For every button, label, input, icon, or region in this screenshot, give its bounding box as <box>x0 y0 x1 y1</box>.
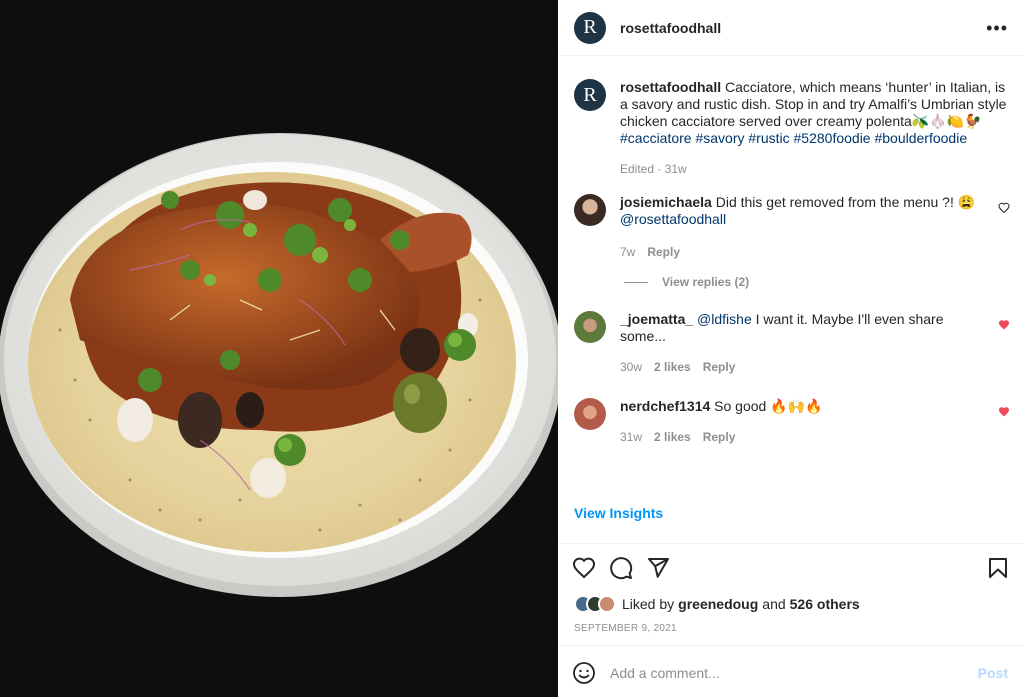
likes-and: and <box>762 596 786 612</box>
likes-others-link[interactable]: 526 others <box>790 596 860 612</box>
comment-body: nerdchef1314 So good 🔥🙌🔥 31w 2 likes Rep… <box>620 398 990 446</box>
caption-body: rosettafoodhall Cacciatore, which means … <box>620 79 1008 178</box>
caption-hashtags[interactable]: #cacciatore #savory #rustic #5280foodie … <box>620 130 967 146</box>
post-header: R rosettafoodhall ••• <box>558 0 1024 56</box>
avatar[interactable] <box>574 311 606 343</box>
liker-username[interactable]: greenedoug <box>678 596 758 612</box>
comment-username[interactable]: josiemichaela <box>620 194 712 210</box>
avatar-letter: R <box>583 16 597 38</box>
avatar[interactable]: R <box>574 79 606 111</box>
action-bar <box>572 556 1010 584</box>
comment-meta: 30w 2 likes Reply <box>620 359 990 376</box>
liker-avatars[interactable] <box>574 595 616 613</box>
ellipsis-icon[interactable]: ••• <box>986 19 1008 37</box>
likes-summary: Liked by greenedoug and 526 others <box>574 595 860 613</box>
bookmark-icon[interactable] <box>986 556 1010 580</box>
post-comment-button[interactable]: Post <box>978 665 1008 681</box>
heart-icon[interactable] <box>572 556 596 580</box>
username-link[interactable]: rosettafoodhall <box>620 20 721 36</box>
post-detail-panel: R rosettafoodhall ••• R rosettafoodhall … <box>558 0 1024 697</box>
comment-time: 30w <box>620 360 643 374</box>
comment-username[interactable]: _joematta_ <box>620 311 693 327</box>
avatar[interactable] <box>574 194 606 226</box>
comment-text: Did this get removed from the menu ?! 😩 <box>715 194 976 210</box>
caption: R rosettafoodhall Cacciatore, which mean… <box>558 57 1024 178</box>
reply-button[interactable]: Reply <box>647 244 680 261</box>
add-comment-bar: Post <box>572 656 1008 690</box>
post-photo[interactable] <box>0 0 558 697</box>
view-insights-link[interactable]: View Insights <box>574 505 663 521</box>
comment-input[interactable] <box>610 665 978 681</box>
avatar[interactable]: R <box>574 11 606 44</box>
heart-icon[interactable] <box>998 319 1010 331</box>
post-date: SEPTEMBER 9, 2021 <box>574 623 677 634</box>
reply-button[interactable]: Reply <box>703 429 736 446</box>
divider <box>558 543 1024 544</box>
emoji-icon[interactable] <box>572 661 596 685</box>
caption-username[interactable]: rosettafoodhall <box>620 79 721 95</box>
comment-body: josiemichaela Did this get removed from … <box>620 194 990 261</box>
comment-time: 31w <box>620 430 643 444</box>
comment-mention[interactable]: @ldfishe <box>697 311 752 327</box>
comment-item: nerdchef1314 So good 🔥🙌🔥 31w 2 likes Rep… <box>558 398 1024 446</box>
likes-count[interactable]: 2 likes <box>654 359 691 376</box>
heart-icon[interactable] <box>998 406 1010 418</box>
food-image <box>0 0 558 697</box>
caption-emojis: 🫒🧄🍋🐓 <box>911 113 982 129</box>
comment-meta: 7w Reply <box>620 244 990 261</box>
comments-scroll-area[interactable]: R rosettafoodhall Cacciatore, which mean… <box>558 57 1024 489</box>
avatar-letter: R <box>583 83 597 106</box>
comment-body: _joematta_ @ldfishe I want it. Maybe I'l… <box>620 311 990 376</box>
likes-prefix: Liked by <box>622 596 675 612</box>
reply-button[interactable]: Reply <box>703 359 736 376</box>
divider <box>558 645 1024 646</box>
comment-username[interactable]: nerdchef1314 <box>620 398 710 414</box>
comment-time: 7w <box>620 245 636 259</box>
replies-divider <box>624 281 648 283</box>
post-viewer: R rosettafoodhall ••• R rosettafoodhall … <box>0 0 1024 697</box>
comment-icon[interactable] <box>609 556 633 580</box>
comment-item: _joematta_ @ldfishe I want it. Maybe I'l… <box>558 311 1024 376</box>
view-replies-button[interactable]: View replies (2) <box>624 275 1024 289</box>
comment-mention[interactable]: @rosettafoodhall <box>620 211 726 227</box>
view-replies-label: View replies (2) <box>662 275 750 289</box>
heart-icon[interactable] <box>998 202 1010 214</box>
likes-count[interactable]: 2 likes <box>654 429 691 446</box>
comment-text: So good 🔥🙌🔥 <box>714 398 823 414</box>
avatar[interactable] <box>598 595 616 613</box>
share-icon[interactable] <box>646 556 670 580</box>
avatar[interactable] <box>574 398 606 430</box>
comment-item: josiemichaela Did this get removed from … <box>558 194 1024 261</box>
caption-meta: Edited · 31w <box>620 162 687 176</box>
comment-meta: 31w 2 likes Reply <box>620 429 990 446</box>
